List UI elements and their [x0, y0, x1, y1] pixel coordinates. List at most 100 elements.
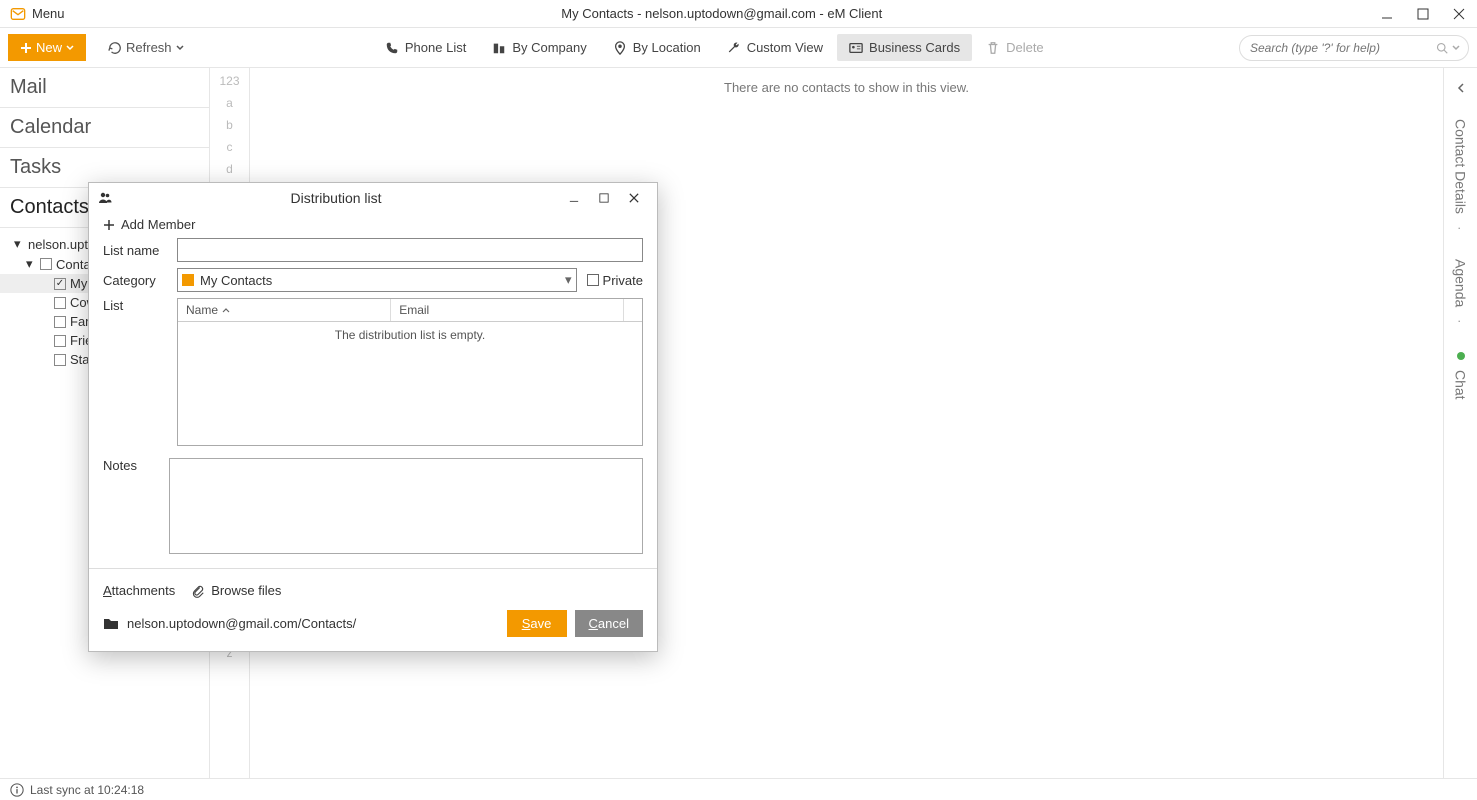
alpha-letter[interactable]: d — [226, 162, 233, 176]
by-location-label: By Location — [633, 40, 701, 55]
attachments-label: AAttachmentsttachments — [103, 583, 175, 598]
refresh-icon — [108, 41, 122, 55]
sidebar-section-mail[interactable]: Mail — [0, 68, 209, 108]
delete-button[interactable]: Delete — [974, 34, 1056, 61]
checkbox-icon — [54, 278, 66, 290]
notes-textarea[interactable] — [169, 458, 643, 554]
category-select[interactable]: My Contacts ▾ — [177, 268, 577, 292]
phone-list-label: Phone List — [405, 40, 466, 55]
phone-icon — [385, 41, 399, 55]
toolbar: New Refresh Phone List By Company By Loc… — [0, 28, 1477, 68]
checkbox-icon — [54, 354, 66, 366]
member-list: Name Email The distribution list is empt… — [177, 298, 643, 446]
titlebar: Menu My Contacts - nelson.uptodown@gmail… — [0, 0, 1477, 28]
name-column-header[interactable]: Name — [178, 299, 391, 321]
trash-icon — [986, 41, 1000, 55]
business-cards-button[interactable]: Business Cards — [837, 34, 972, 61]
save-location[interactable]: nelson.uptodown@gmail.com/Contacts/ — [103, 616, 356, 631]
contact-details-tab[interactable]: Contact Details — [1453, 119, 1469, 214]
by-company-button[interactable]: By Company — [480, 34, 598, 61]
dialog-close-button[interactable] — [619, 193, 649, 203]
chevron-down-icon — [176, 44, 184, 52]
info-icon — [10, 783, 24, 797]
company-icon — [492, 41, 506, 55]
empty-message: There are no contacts to show in this vi… — [724, 80, 969, 95]
category-label: Category — [103, 273, 167, 288]
minimize-button[interactable] — [1369, 0, 1405, 28]
save-path-text: nelson.uptodown@gmail.com/Contacts/ — [127, 616, 356, 631]
window-controls — [1369, 0, 1477, 28]
business-cards-label: Business Cards — [869, 40, 960, 55]
dialog-title: Distribution list — [113, 190, 559, 206]
sync-status: Last sync at 10:24:18 — [30, 783, 144, 797]
add-member-button[interactable]: Add Member — [103, 217, 643, 232]
search-icon — [1436, 42, 1448, 54]
sort-asc-icon — [222, 306, 230, 314]
alpha-letter[interactable]: 123 — [219, 74, 239, 88]
sidebar-section-calendar[interactable]: Calendar — [0, 108, 209, 148]
custom-view-button[interactable]: Custom View — [715, 34, 835, 61]
save-button[interactable]: Save — [507, 610, 567, 637]
distribution-list-dialog: Distribution list Add Member List name C… — [88, 182, 658, 652]
chevron-down-icon: ▾ — [565, 272, 572, 288]
app-icon — [10, 6, 26, 22]
maximize-button[interactable] — [1405, 0, 1441, 28]
search-input[interactable] — [1248, 40, 1436, 56]
close-button[interactable] — [1441, 0, 1477, 28]
menu-button[interactable]: Menu — [0, 6, 75, 22]
distlist-icon — [97, 190, 113, 206]
agenda-tab[interactable]: Agenda — [1453, 259, 1469, 307]
alpha-letter[interactable]: a — [226, 96, 233, 110]
extra-column-header[interactable] — [624, 299, 642, 321]
browse-label: Browse files — [211, 583, 281, 598]
list-label: List — [103, 298, 167, 313]
window-title: My Contacts - nelson.uptodown@gmail.com … — [75, 6, 1369, 21]
alpha-letter[interactable]: c — [227, 140, 233, 154]
alpha-letter[interactable]: b — [226, 118, 233, 132]
plus-icon — [103, 219, 115, 231]
card-icon — [849, 41, 863, 55]
expand-right-panel-button[interactable] — [1449, 76, 1473, 103]
notes-label: Notes — [103, 458, 159, 473]
search-box[interactable] — [1239, 35, 1469, 61]
wrench-icon — [727, 41, 741, 55]
chevron-down-icon — [66, 44, 74, 52]
list-empty-message: The distribution list is empty. — [178, 322, 642, 445]
list-name-label: List name — [103, 243, 167, 258]
private-label: Private — [603, 273, 643, 288]
folder-icon — [103, 617, 119, 631]
checkbox-icon — [54, 335, 66, 347]
location-icon — [613, 41, 627, 55]
category-color-swatch — [182, 274, 194, 286]
chat-tab[interactable]: Chat — [1453, 352, 1469, 400]
cancel-button[interactable]: Cancel — [575, 610, 643, 637]
chevron-down-icon — [1452, 44, 1460, 52]
category-value: My Contacts — [200, 273, 272, 288]
statusbar: Last sync at 10:24:18 — [0, 778, 1477, 800]
paperclip-icon — [191, 584, 205, 598]
delete-label: Delete — [1006, 40, 1044, 55]
private-checkbox[interactable]: Private — [587, 273, 643, 288]
add-member-label: Add Member — [121, 217, 195, 232]
by-company-label: By Company — [512, 40, 586, 55]
new-label: New — [36, 40, 62, 55]
checkbox-icon — [40, 258, 52, 270]
refresh-button[interactable]: Refresh — [102, 34, 190, 61]
dialog-maximize-button[interactable] — [589, 193, 619, 203]
email-column-header[interactable]: Email — [391, 299, 624, 321]
plus-icon — [20, 42, 32, 54]
by-location-button[interactable]: By Location — [601, 34, 713, 61]
refresh-label: Refresh — [126, 40, 172, 55]
phone-list-button[interactable]: Phone List — [373, 34, 478, 61]
online-status-icon — [1457, 352, 1465, 360]
list-name-input[interactable] — [177, 238, 643, 262]
browse-files-button[interactable]: Browse files — [191, 583, 281, 598]
menu-label: Menu — [32, 6, 65, 21]
checkbox-icon — [54, 297, 66, 309]
right-panel-collapsed: Contact Details · Agenda · Chat — [1443, 68, 1477, 778]
dialog-minimize-button[interactable] — [559, 193, 589, 203]
checkbox-box — [587, 274, 599, 286]
checkbox-icon — [54, 316, 66, 328]
new-button[interactable]: New — [8, 34, 86, 61]
custom-view-label: Custom View — [747, 40, 823, 55]
